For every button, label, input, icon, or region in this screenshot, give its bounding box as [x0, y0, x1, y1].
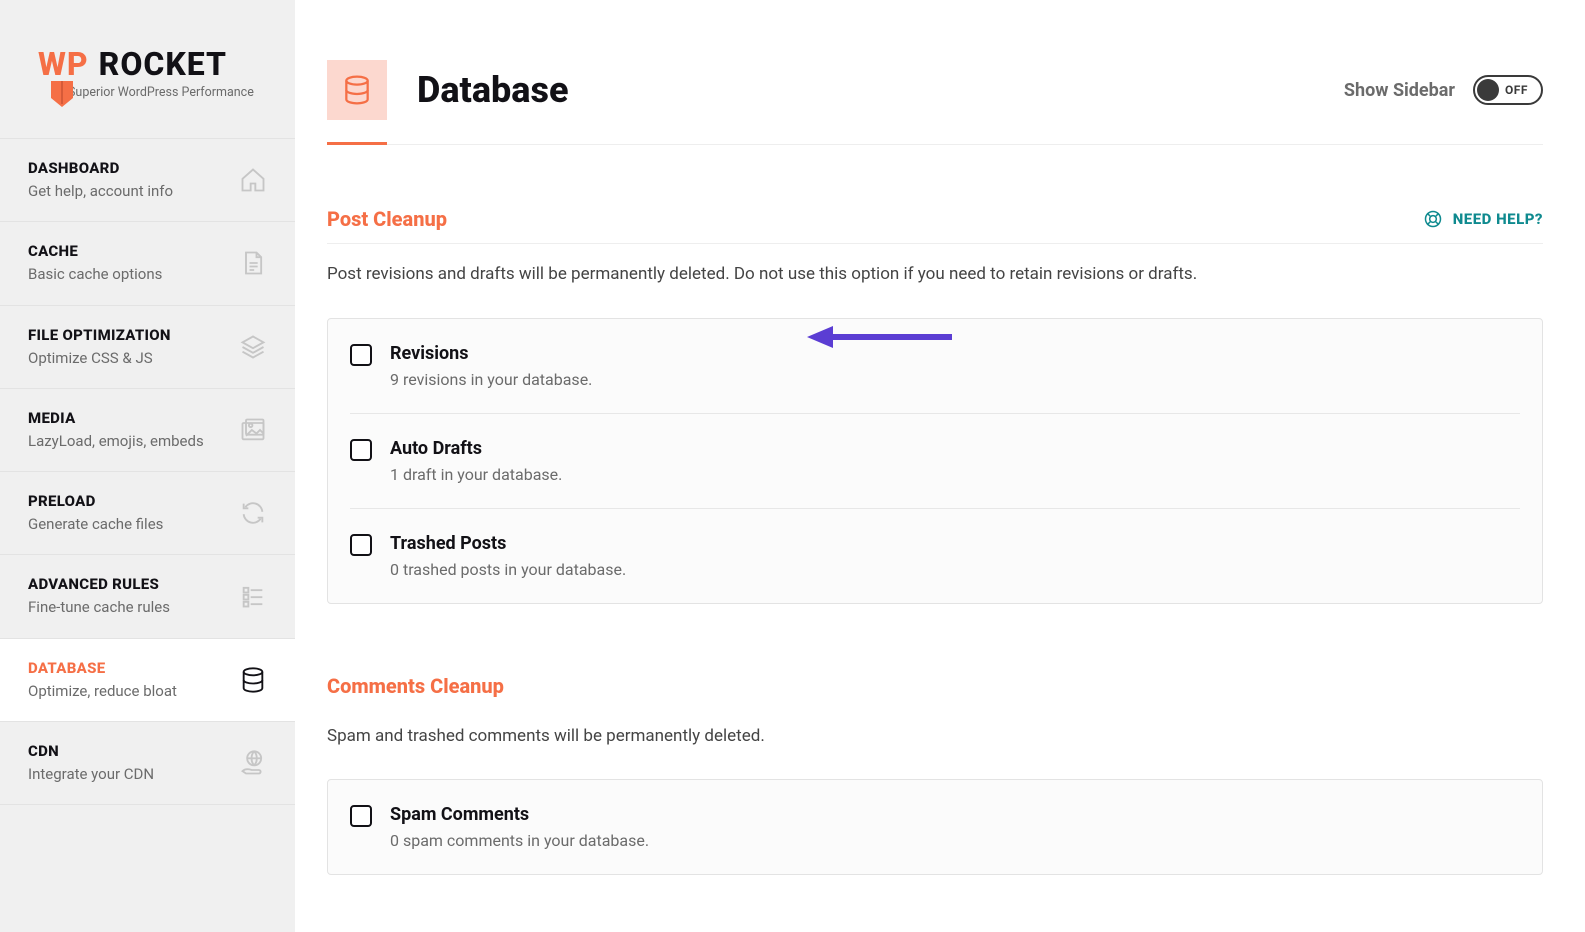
- section-description: Spam and trashed comments will be perman…: [327, 724, 1543, 750]
- sliders-icon: [239, 582, 267, 610]
- sidebar-item-dashboard[interactable]: DASHBOARD Get help, account info: [0, 138, 295, 221]
- sidebar-item-title: CDN: [28, 742, 154, 760]
- logo-wp-text: WP: [38, 45, 89, 83]
- layers-icon: [239, 333, 267, 361]
- sidebar-item-title: FILE OPTIMIZATION: [28, 326, 171, 344]
- section-title: Post Cleanup: [327, 207, 447, 231]
- lifebuoy-icon: [1423, 209, 1443, 229]
- page-header: Database Show Sidebar OFF: [327, 0, 1543, 145]
- sidebar-item-title: DASHBOARD: [28, 159, 173, 177]
- sidebar-item-sub: LazyLoad, emojis, embeds: [28, 431, 204, 451]
- comments-cleanup-panel: Spam Comments 0 spam comments in your da…: [327, 779, 1543, 875]
- sidebar-item-sub: Generate cache files: [28, 514, 163, 534]
- show-sidebar-label: Show Sidebar: [1344, 80, 1455, 101]
- option-title: Spam Comments: [390, 804, 649, 825]
- checkbox-revisions[interactable]: [350, 344, 372, 366]
- database-icon: [341, 74, 373, 106]
- sidebar-item-sub: Integrate your CDN: [28, 764, 154, 784]
- sidebar-item-advanced-rules[interactable]: ADVANCED RULES Fine-tune cache rules: [0, 554, 295, 637]
- sidebar-item-sub: Basic cache options: [28, 264, 162, 284]
- sidebar-item-media[interactable]: MEDIA LazyLoad, emojis, embeds: [0, 388, 295, 471]
- image-icon: [239, 416, 267, 444]
- sidebar-nav: DASHBOARD Get help, account info CACHE B…: [0, 138, 295, 805]
- sidebar-item-title: DATABASE: [28, 659, 177, 677]
- page-header-icon-box: [327, 60, 387, 120]
- home-icon: [239, 166, 267, 194]
- sidebar-item-title: CACHE: [28, 242, 162, 260]
- post-cleanup-panel: Revisions 9 revisions in your database. …: [327, 318, 1543, 604]
- option-spam-comments: Spam Comments 0 spam comments in your da…: [350, 780, 1520, 874]
- need-help-label: NEED HELP?: [1453, 210, 1543, 228]
- option-title: Revisions: [390, 343, 592, 364]
- toggle-knob: [1477, 79, 1499, 101]
- checkbox-trashed-posts[interactable]: [350, 534, 372, 556]
- sidebar-item-title: ADVANCED RULES: [28, 575, 170, 593]
- section-title: Comments Cleanup: [327, 674, 504, 698]
- globe-hand-icon: [239, 749, 267, 777]
- sidebar-item-sub: Optimize CSS & JS: [28, 348, 171, 368]
- page-title: Database: [417, 69, 569, 111]
- sidebar-item-sub: Fine-tune cache rules: [28, 597, 170, 617]
- sidebar-item-sub: Get help, account info: [28, 181, 173, 201]
- sidebar-item-cache[interactable]: CACHE Basic cache options: [0, 221, 295, 304]
- logo-ribbon-icon: [51, 81, 73, 107]
- sidebar-item-database[interactable]: DATABASE Optimize, reduce bloat: [0, 638, 295, 721]
- checkbox-auto-drafts[interactable]: [350, 439, 372, 461]
- sidebar-item-title: PRELOAD: [28, 492, 163, 510]
- toggle-state-label: OFF: [1505, 83, 1528, 97]
- sidebar-item-title: MEDIA: [28, 409, 204, 427]
- section-description: Post revisions and drafts will be perman…: [327, 262, 1543, 288]
- checkbox-spam-comments[interactable]: [350, 805, 372, 827]
- option-sub: 1 draft in your database.: [390, 465, 562, 484]
- main-content: Database Show Sidebar OFF Post Cleanup N…: [295, 0, 1585, 932]
- need-help-link[interactable]: NEED HELP?: [1423, 209, 1543, 229]
- show-sidebar-toggle[interactable]: OFF: [1473, 75, 1543, 105]
- option-title: Auto Drafts: [390, 438, 562, 459]
- brand-logo: WP ROCKET Superior WordPress Performance: [0, 0, 295, 138]
- sidebar-item-cdn[interactable]: CDN Integrate your CDN: [0, 721, 295, 805]
- option-sub: 0 spam comments in your database.: [390, 831, 649, 850]
- section-post-cleanup: Post Cleanup NEED HELP? Post revisions a…: [327, 207, 1543, 604]
- logo-tagline: Superior WordPress Performance: [68, 85, 265, 100]
- option-sub: 9 revisions in your database.: [390, 370, 592, 389]
- logo-rocket-text: ROCKET: [99, 45, 227, 83]
- refresh-icon: [239, 499, 267, 527]
- sidebar-item-sub: Optimize, reduce bloat: [28, 681, 177, 701]
- sidebar-item-preload[interactable]: PRELOAD Generate cache files: [0, 471, 295, 554]
- sidebar-item-file-optimization[interactable]: FILE OPTIMIZATION Optimize CSS & JS: [0, 305, 295, 388]
- option-revisions: Revisions 9 revisions in your database.: [350, 319, 1520, 414]
- option-trashed-posts: Trashed Posts 0 trashed posts in your da…: [350, 509, 1520, 603]
- option-sub: 0 trashed posts in your database.: [390, 560, 626, 579]
- option-auto-drafts: Auto Drafts 1 draft in your database.: [350, 414, 1520, 509]
- file-icon: [239, 249, 267, 277]
- option-title: Trashed Posts: [390, 533, 626, 554]
- section-comments-cleanup: Comments Cleanup Spam and trashed commen…: [327, 674, 1543, 876]
- database-icon: [239, 666, 267, 694]
- sidebar: WP ROCKET Superior WordPress Performance…: [0, 0, 295, 932]
